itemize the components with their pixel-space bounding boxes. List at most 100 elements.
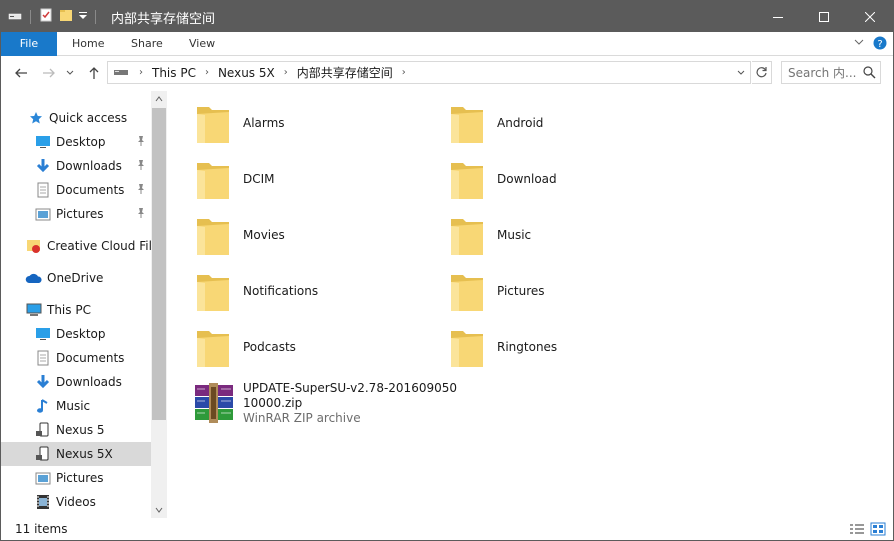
zip-file-name-line1: UPDATE-SuperSU-v2.78-201609050 bbox=[243, 381, 457, 395]
folder-icon bbox=[197, 331, 229, 367]
scrollbar-thumb[interactable] bbox=[152, 108, 166, 420]
breadcrumb: › This PC › Nexus 5X › 内部共享存储空间 › bbox=[108, 62, 412, 83]
customize-dropdown-icon[interactable] bbox=[78, 7, 88, 26]
scroll-down-icon[interactable] bbox=[151, 502, 167, 518]
nav-quick-pictures[interactable]: Pictures bbox=[1, 202, 151, 226]
search-input[interactable] bbox=[788, 65, 856, 81]
breadcrumb-chevron-icon[interactable]: › bbox=[402, 67, 406, 78]
nav-item-label: Nexus 5 bbox=[56, 423, 105, 437]
nav-creative-cloud[interactable]: Creative Cloud Files bbox=[1, 234, 151, 258]
folder-name: Alarms bbox=[243, 116, 285, 130]
folder-name: Movies bbox=[243, 228, 285, 242]
nav-onedrive[interactable]: OneDrive bbox=[1, 266, 151, 290]
folder-name: Music bbox=[497, 228, 532, 242]
zip-file-item[interactable]: UPDATE-SuperSU-v2.78-201609050 10000.zip… bbox=[167, 375, 467, 431]
videos-icon bbox=[34, 493, 52, 511]
nav-item-label: OneDrive bbox=[47, 271, 104, 285]
minimize-button[interactable] bbox=[755, 1, 801, 32]
desktop-icon bbox=[34, 133, 52, 151]
scroll-up-icon[interactable] bbox=[151, 91, 167, 107]
quick-access-toolbar bbox=[7, 7, 99, 26]
title-bar: 内部共享存储空间 bbox=[1, 1, 893, 32]
breadcrumb-chevron-icon[interactable]: › bbox=[139, 67, 143, 78]
large-icons-view-icon[interactable] bbox=[869, 521, 887, 537]
expand-ribbon-chevron-icon[interactable] bbox=[853, 36, 865, 48]
folder-name: DCIM bbox=[243, 172, 275, 186]
up-button[interactable] bbox=[85, 64, 103, 82]
refresh-button[interactable] bbox=[752, 61, 772, 84]
desktop-icon bbox=[34, 325, 52, 343]
breadcrumb-nexus-5x[interactable]: Nexus 5X bbox=[218, 66, 275, 80]
help-icon[interactable]: ? bbox=[873, 36, 887, 50]
pin-icon[interactable] bbox=[136, 207, 146, 222]
folder-icon bbox=[197, 275, 229, 311]
pin-icon[interactable] bbox=[136, 183, 146, 198]
nav-item-label: Documents bbox=[56, 351, 125, 365]
documents-icon bbox=[34, 181, 52, 199]
download-icon bbox=[34, 373, 52, 391]
folder-item[interactable]: Podcasts bbox=[167, 319, 296, 375]
new-folder-icon[interactable] bbox=[58, 7, 74, 26]
maximize-button[interactable] bbox=[801, 1, 847, 32]
drive-icon[interactable] bbox=[7, 7, 23, 26]
folder-item[interactable]: Download bbox=[421, 151, 557, 207]
nav-item-label: Downloads bbox=[56, 159, 122, 173]
star-icon bbox=[27, 109, 45, 127]
breadcrumb-this-pc[interactable]: This PC bbox=[152, 66, 196, 80]
nav-quick-access[interactable]: Quick access bbox=[1, 106, 151, 130]
toolbar-separator bbox=[30, 9, 31, 24]
details-view-icon[interactable] bbox=[848, 521, 866, 537]
folder-item[interactable]: Music bbox=[421, 207, 531, 263]
folder-item[interactable]: Notifications bbox=[167, 263, 318, 319]
nav-item-label: Desktop bbox=[56, 135, 106, 149]
tab-file[interactable]: File bbox=[1, 32, 57, 56]
nav-item-label: Pictures bbox=[56, 207, 104, 221]
pin-icon[interactable] bbox=[136, 135, 146, 150]
tab-home[interactable]: Home bbox=[72, 32, 104, 56]
nav-pc-documents[interactable]: Documents bbox=[1, 346, 151, 370]
breadcrumb-chevron-icon[interactable]: › bbox=[284, 67, 288, 78]
nav-scrollbar[interactable] bbox=[151, 91, 167, 518]
nav-pc-desktop[interactable]: Desktop bbox=[1, 322, 151, 346]
properties-icon[interactable] bbox=[38, 7, 54, 26]
onedrive-icon bbox=[25, 269, 43, 287]
folder-icon bbox=[197, 163, 229, 199]
tab-share[interactable]: Share bbox=[131, 32, 163, 56]
folder-item[interactable]: Ringtones bbox=[421, 319, 557, 375]
nav-pc-downloads[interactable]: Downloads bbox=[1, 370, 151, 394]
folder-name: Download bbox=[497, 172, 557, 186]
close-button[interactable] bbox=[847, 1, 893, 32]
folder-icon bbox=[197, 107, 229, 143]
pin-icon[interactable] bbox=[136, 159, 146, 174]
nav-pc-pictures[interactable]: Pictures bbox=[1, 466, 151, 490]
window-title: 内部共享存储空间 bbox=[111, 12, 216, 27]
breadcrumb-chevron-icon[interactable]: › bbox=[205, 67, 209, 78]
nav-pc-nexus-5[interactable]: Nexus 5 bbox=[1, 418, 151, 442]
nav-pc-videos[interactable]: Videos bbox=[1, 490, 151, 514]
folder-item[interactable]: DCIM bbox=[167, 151, 275, 207]
nav-quick-downloads[interactable]: Downloads bbox=[1, 154, 151, 178]
address-dropdown-icon[interactable] bbox=[733, 62, 749, 83]
back-button[interactable] bbox=[12, 64, 30, 82]
recent-locations-chevron-icon[interactable] bbox=[64, 64, 76, 82]
address-row: › This PC › Nexus 5X › 内部共享存储空间 › bbox=[1, 57, 893, 89]
nav-pc-nexus-5x[interactable]: Nexus 5X bbox=[1, 442, 151, 466]
forward-button[interactable] bbox=[40, 64, 58, 82]
folder-item[interactable]: Alarms bbox=[167, 95, 285, 151]
address-bar[interactable]: › This PC › Nexus 5X › 内部共享存储空间 › bbox=[107, 61, 751, 84]
breadcrumb-current-folder[interactable]: 内部共享存储空间 bbox=[297, 64, 393, 81]
nav-quick-documents[interactable]: Documents bbox=[1, 178, 151, 202]
folder-item[interactable]: Pictures bbox=[421, 263, 545, 319]
nav-this-pc[interactable]: This PC bbox=[1, 298, 151, 322]
search-icon[interactable] bbox=[863, 66, 876, 82]
nav-pc-music[interactable]: Music bbox=[1, 394, 151, 418]
folder-icon bbox=[451, 275, 483, 311]
documents-icon bbox=[34, 349, 52, 367]
folder-name: Notifications bbox=[243, 284, 319, 298]
tab-view[interactable]: View bbox=[189, 32, 215, 56]
folder-item[interactable]: Android bbox=[421, 95, 543, 151]
search-box[interactable] bbox=[781, 61, 881, 84]
folder-item[interactable]: Movies bbox=[167, 207, 285, 263]
nav-quick-desktop[interactable]: Desktop bbox=[1, 130, 151, 154]
nav-item-label: Videos bbox=[56, 495, 96, 509]
